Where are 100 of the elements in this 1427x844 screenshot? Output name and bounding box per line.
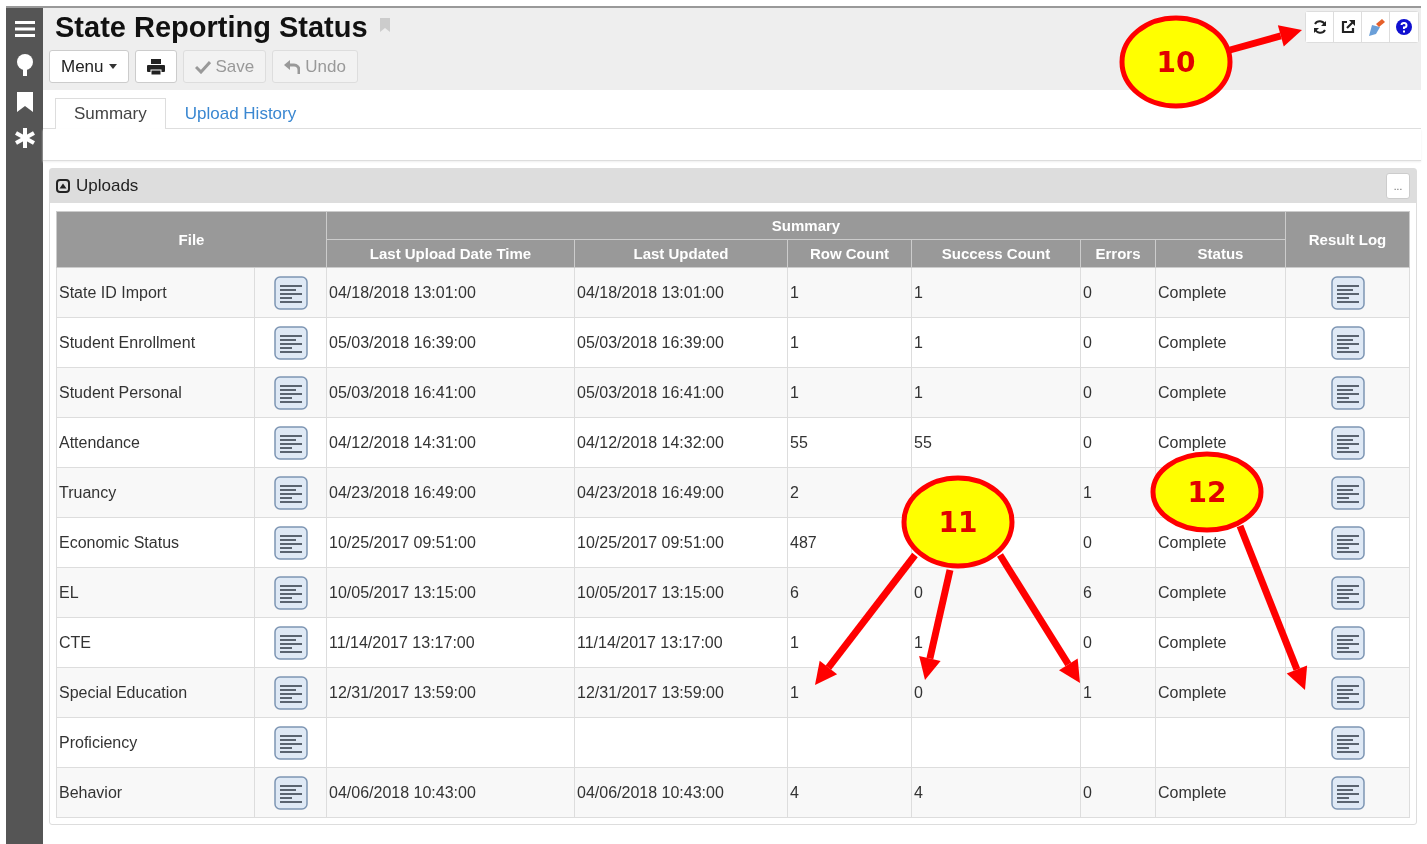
table-cell: 12/31/2017 13:59:00 (326, 667, 575, 718)
table-cell: 04/23/2018 16:49:00 (574, 467, 788, 518)
table-cell: EL (56, 567, 255, 618)
table-cell: 04/18/2018 13:01:00 (326, 267, 575, 318)
table-cell: 05/03/2018 16:41:00 (574, 367, 788, 418)
file-log-icon[interactable] (273, 625, 308, 660)
table-cell: 04/23/2018 16:49:00 (326, 467, 575, 518)
file-log-icon[interactable] (273, 375, 308, 410)
table-cell: 11/14/2017 13:17:00 (326, 617, 575, 668)
column-header: File (56, 211, 327, 268)
table-cell: 55 (787, 417, 912, 468)
table-cell: 1 (787, 667, 912, 718)
table-cell: State ID Import (56, 267, 255, 318)
table-cell: 0 (1080, 367, 1156, 418)
table-cell: 05/03/2018 16:41:00 (326, 367, 575, 418)
table-cell: 487 (787, 517, 912, 568)
table-cell: 04/06/2018 10:43:00 (574, 767, 788, 818)
table-cell: 55 (911, 417, 1081, 468)
column-group-header: Summary (326, 211, 1286, 240)
table-cell: Complete (1155, 667, 1286, 718)
result-log-icon[interactable] (1330, 775, 1365, 810)
table-cell: 0 (1080, 617, 1156, 668)
table-cell: 0 (1080, 267, 1156, 318)
table-cell: Student Personal (56, 367, 255, 418)
table-cell: Complete (1155, 367, 1286, 418)
print-button[interactable] (134, 50, 177, 83)
table-cell: 04/18/2018 13:01:00 (574, 267, 788, 318)
table-cell: Behavior (56, 767, 255, 818)
panel-title: Uploads (76, 176, 139, 196)
table-cell: 0 (1080, 317, 1156, 368)
table-cell: 0 (1080, 767, 1156, 818)
table-cell: Attendance (56, 417, 255, 468)
caret-icon (108, 64, 117, 69)
result-log-icon[interactable] (1330, 275, 1365, 310)
table-cell: 2 (787, 467, 912, 518)
file-log-icon[interactable] (273, 475, 308, 510)
checkmark-icon (194, 59, 211, 74)
column-header: Last Upload Date Time (326, 239, 575, 268)
file-log-icon[interactable] (273, 575, 308, 610)
tab[interactable]: Summary (55, 98, 166, 129)
table-cell: Proficiency (56, 717, 255, 768)
table-cell: 1 (1080, 467, 1156, 518)
file-log-icon[interactable] (273, 325, 308, 360)
result-log-icon[interactable] (1330, 575, 1365, 610)
table-cell: Complete (1155, 767, 1286, 818)
file-log-icon[interactable] (273, 675, 308, 710)
result-log-icon[interactable] (1330, 375, 1365, 410)
column-header: Success Count (911, 239, 1081, 268)
table-cell: 1 (787, 267, 912, 318)
menu-icon[interactable] (14, 20, 35, 38)
result-log-icon[interactable] (1330, 425, 1365, 460)
table-cell: 1 (1080, 667, 1156, 718)
table-cell: 1 (787, 367, 912, 418)
menu-button[interactable]: Menu (49, 50, 129, 83)
result-log-icon[interactable] (1330, 725, 1365, 760)
table-cell: 04/12/2018 14:31:00 (326, 417, 575, 468)
table-cell: Complete (1155, 617, 1286, 668)
collapse-icon[interactable] (56, 179, 70, 193)
result-log-icon[interactable] (1330, 475, 1365, 510)
table-cell: 10/25/2017 09:51:00 (326, 517, 575, 568)
file-log-icon[interactable] (273, 425, 308, 460)
table-cell: 1 (787, 317, 912, 368)
table-cell: 05/03/2018 16:39:00 (326, 317, 575, 368)
table-cell: 4 (787, 767, 912, 818)
table-cell: 12/31/2017 13:59:00 (574, 667, 788, 718)
result-log-icon[interactable] (1330, 625, 1365, 660)
column-header: Last Updated (574, 239, 788, 268)
table-cell: Complete (1155, 317, 1286, 368)
result-log-icon[interactable] (1330, 325, 1365, 360)
more-button[interactable]: ... (1386, 173, 1410, 199)
page-title: State Reporting Status (55, 10, 368, 44)
undo-icon (284, 59, 301, 74)
tab[interactable]: Upload History (165, 98, 316, 129)
table-cell: 4 (911, 767, 1081, 818)
column-header: Errors (1080, 239, 1156, 268)
file-log-icon[interactable] (273, 525, 308, 560)
tree-icon[interactable] (14, 54, 35, 76)
printer-icon (146, 58, 165, 75)
result-log-icon[interactable] (1330, 675, 1365, 710)
table-cell: 10/05/2017 13:15:00 (574, 567, 788, 618)
help-icon (1396, 19, 1412, 35)
table-cell: Truancy (56, 467, 255, 518)
table-cell: 1 (911, 267, 1081, 318)
table-cell: Economic Status (56, 517, 255, 568)
file-log-icon[interactable] (273, 275, 308, 310)
file-log-icon[interactable] (273, 775, 308, 810)
result-log-icon[interactable] (1330, 525, 1365, 560)
table-cell: 1 (911, 317, 1081, 368)
table-cell: 0 (911, 667, 1081, 718)
bookmark-icon[interactable] (16, 92, 33, 112)
table-cell: 04/06/2018 10:43:00 (326, 767, 575, 818)
column-header: Row Count (787, 239, 912, 268)
table-cell: 0 (1080, 517, 1156, 568)
asterisk-icon[interactable] (14, 128, 35, 148)
table-cell: Student Enrollment (56, 317, 255, 368)
refresh-button[interactable] (1306, 12, 1334, 42)
table-cell: Complete (1155, 267, 1286, 318)
table-cell: 10/05/2017 13:15:00 (326, 567, 575, 618)
file-log-icon[interactable] (273, 725, 308, 760)
refresh-icon (1311, 19, 1328, 35)
